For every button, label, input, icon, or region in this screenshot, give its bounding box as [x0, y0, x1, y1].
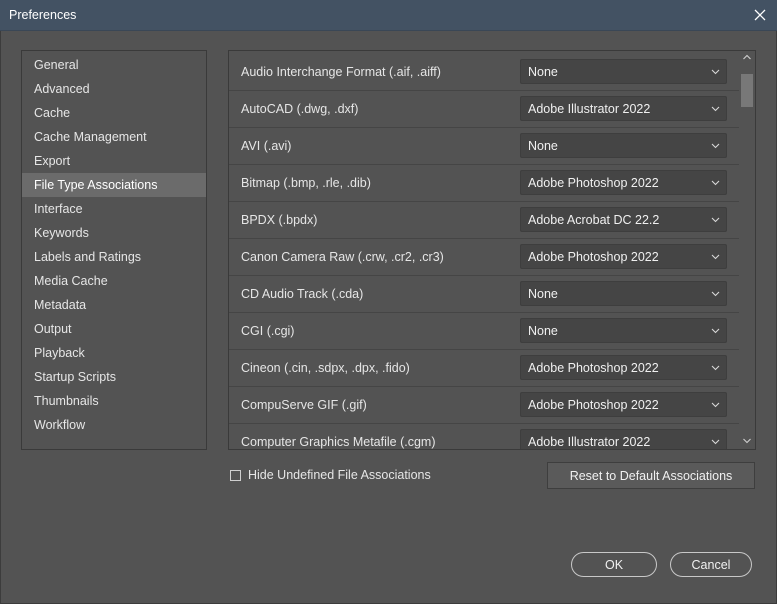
sidebar-item-startup-scripts[interactable]: Startup Scripts [22, 365, 206, 389]
chevron-down-icon [711, 106, 720, 112]
chevron-down-icon [711, 291, 720, 297]
vertical-scrollbar[interactable] [739, 51, 755, 449]
file-type-label: Canon Camera Raw (.crw, .cr2, .cr3) [241, 250, 444, 264]
association-row: Computer Graphics Metafile (.cgm) Adobe I… [229, 424, 740, 449]
file-type-label: AutoCAD (.dwg, .dxf) [241, 102, 359, 116]
hide-undefined-checkbox-row[interactable]: Hide Undefined File Associations [230, 468, 431, 482]
chevron-down-icon [711, 254, 720, 260]
association-row: Bitmap (.bmp, .rle, .dib) Adobe Photoshop… [229, 165, 740, 202]
sidebar-item-advanced[interactable]: Advanced [22, 77, 206, 101]
title-bar: Preferences [0, 0, 777, 31]
chevron-down-icon [711, 217, 720, 223]
sidebar-item-metadata[interactable]: Metadata [22, 293, 206, 317]
sidebar-item-media-cache[interactable]: Media Cache [22, 269, 206, 293]
application-dropdown[interactable]: Adobe Photoshop 2022 [520, 355, 727, 380]
scroll-up-arrow-icon[interactable] [743, 54, 751, 60]
chevron-down-icon [711, 69, 720, 75]
chevron-down-icon [711, 180, 720, 186]
sidebar-item-export[interactable]: Export [22, 149, 206, 173]
chevron-down-icon [711, 402, 720, 408]
file-type-label: CD Audio Track (.cda) [241, 287, 364, 301]
sidebar-item-file-type-associations[interactable]: File Type Associations [22, 173, 206, 197]
sidebar-item-workflow[interactable]: Workflow [22, 413, 206, 437]
preferences-sidebar: General Advanced Cache Cache Management Expo… [21, 50, 207, 450]
association-row: CGI (.cgi) None [229, 313, 740, 350]
file-type-label: Computer Graphics Metafile (.cgm) [241, 435, 436, 449]
ok-button[interactable]: OK [571, 552, 657, 577]
application-dropdown-value: Adobe Acrobat DC 22.2 [528, 213, 660, 227]
close-icon [754, 9, 766, 21]
chevron-down-icon [711, 143, 720, 149]
close-button[interactable] [749, 4, 771, 26]
application-dropdown-value: None [528, 65, 558, 79]
application-dropdown-value: Adobe Photoshop 2022 [528, 250, 659, 264]
sidebar-item-cache[interactable]: Cache [22, 101, 206, 125]
file-type-label: Cineon (.cin, .sdpx, .dpx, .fido) [241, 361, 410, 375]
scrollbar-thumb[interactable] [741, 74, 753, 107]
association-row: AutoCAD (.dwg, .dxf) Adobe Illustrator 20… [229, 91, 740, 128]
sidebar-item-cache-management[interactable]: Cache Management [22, 125, 206, 149]
chevron-down-icon [711, 328, 720, 334]
file-type-label: CompuServe GIF (.gif) [241, 398, 367, 412]
application-dropdown[interactable]: Adobe Acrobat DC 22.2 [520, 207, 727, 232]
scroll-down-arrow-icon[interactable] [743, 438, 751, 444]
application-dropdown[interactable]: Adobe Illustrator 2022 [520, 429, 727, 449]
chevron-down-icon [711, 365, 720, 371]
association-row: CompuServe GIF (.gif) Adobe Photoshop 202… [229, 387, 740, 424]
application-dropdown[interactable]: None [520, 281, 727, 306]
chevron-down-icon [711, 439, 720, 445]
file-type-label: AVI (.avi) [241, 139, 292, 153]
sidebar-item-output[interactable]: Output [22, 317, 206, 341]
application-dropdown[interactable]: Adobe Photoshop 2022 [520, 170, 727, 195]
file-type-label: Bitmap (.bmp, .rle, .dib) [241, 176, 371, 190]
application-dropdown[interactable]: None [520, 59, 727, 84]
association-row: CD Audio Track (.cda) None [229, 276, 740, 313]
association-row: Audio Interchange Format (.aif, .aiff) No… [229, 54, 740, 91]
application-dropdown-value: None [528, 287, 558, 301]
application-dropdown[interactable]: Adobe Illustrator 2022 [520, 96, 727, 121]
application-dropdown[interactable]: Adobe Photoshop 2022 [520, 392, 727, 417]
file-type-label: BPDX (.bpdx) [241, 213, 318, 227]
sidebar-item-labels-and-ratings[interactable]: Labels and Ratings [22, 245, 206, 269]
association-row: AVI (.avi) None [229, 128, 740, 165]
cancel-button[interactable]: Cancel [670, 552, 752, 577]
association-row: BPDX (.bpdx) Adobe Acrobat DC 22.2 [229, 202, 740, 239]
application-dropdown[interactable]: Adobe Photoshop 2022 [520, 244, 727, 269]
sidebar-item-keywords[interactable]: Keywords [22, 221, 206, 245]
file-type-associations-list: Audio Interchange Format (.aif, .aiff) No… [228, 50, 756, 450]
hide-undefined-label: Hide Undefined File Associations [248, 468, 431, 482]
sidebar-item-thumbnails[interactable]: Thumbnails [22, 389, 206, 413]
application-dropdown-value: Adobe Photoshop 2022 [528, 176, 659, 190]
association-row: Cineon (.cin, .sdpx, .dpx, .fido) Adobe P… [229, 350, 740, 387]
hide-undefined-checkbox[interactable] [230, 469, 241, 481]
window-title: Preferences [9, 8, 77, 22]
application-dropdown-value: Adobe Illustrator 2022 [528, 435, 651, 449]
application-dropdown-value: Adobe Photoshop 2022 [528, 361, 659, 375]
application-dropdown[interactable]: None [520, 133, 727, 158]
application-dropdown[interactable]: None [520, 318, 727, 343]
reset-to-default-associations-button[interactable]: Reset to Default Associations [547, 462, 755, 489]
file-type-label: Audio Interchange Format (.aif, .aiff) [241, 65, 441, 79]
sidebar-item-interface[interactable]: Interface [22, 197, 206, 221]
application-dropdown-value: None [528, 139, 558, 153]
application-dropdown-value: Adobe Illustrator 2022 [528, 102, 651, 116]
file-type-label: CGI (.cgi) [241, 324, 295, 338]
sidebar-item-playback[interactable]: Playback [22, 341, 206, 365]
application-dropdown-value: None [528, 324, 558, 338]
association-rows: Audio Interchange Format (.aif, .aiff) No… [229, 54, 740, 449]
application-dropdown-value: Adobe Photoshop 2022 [528, 398, 659, 412]
association-row: Canon Camera Raw (.crw, .cr2, .cr3) Adobe… [229, 239, 740, 276]
sidebar-item-general[interactable]: General [22, 53, 206, 77]
